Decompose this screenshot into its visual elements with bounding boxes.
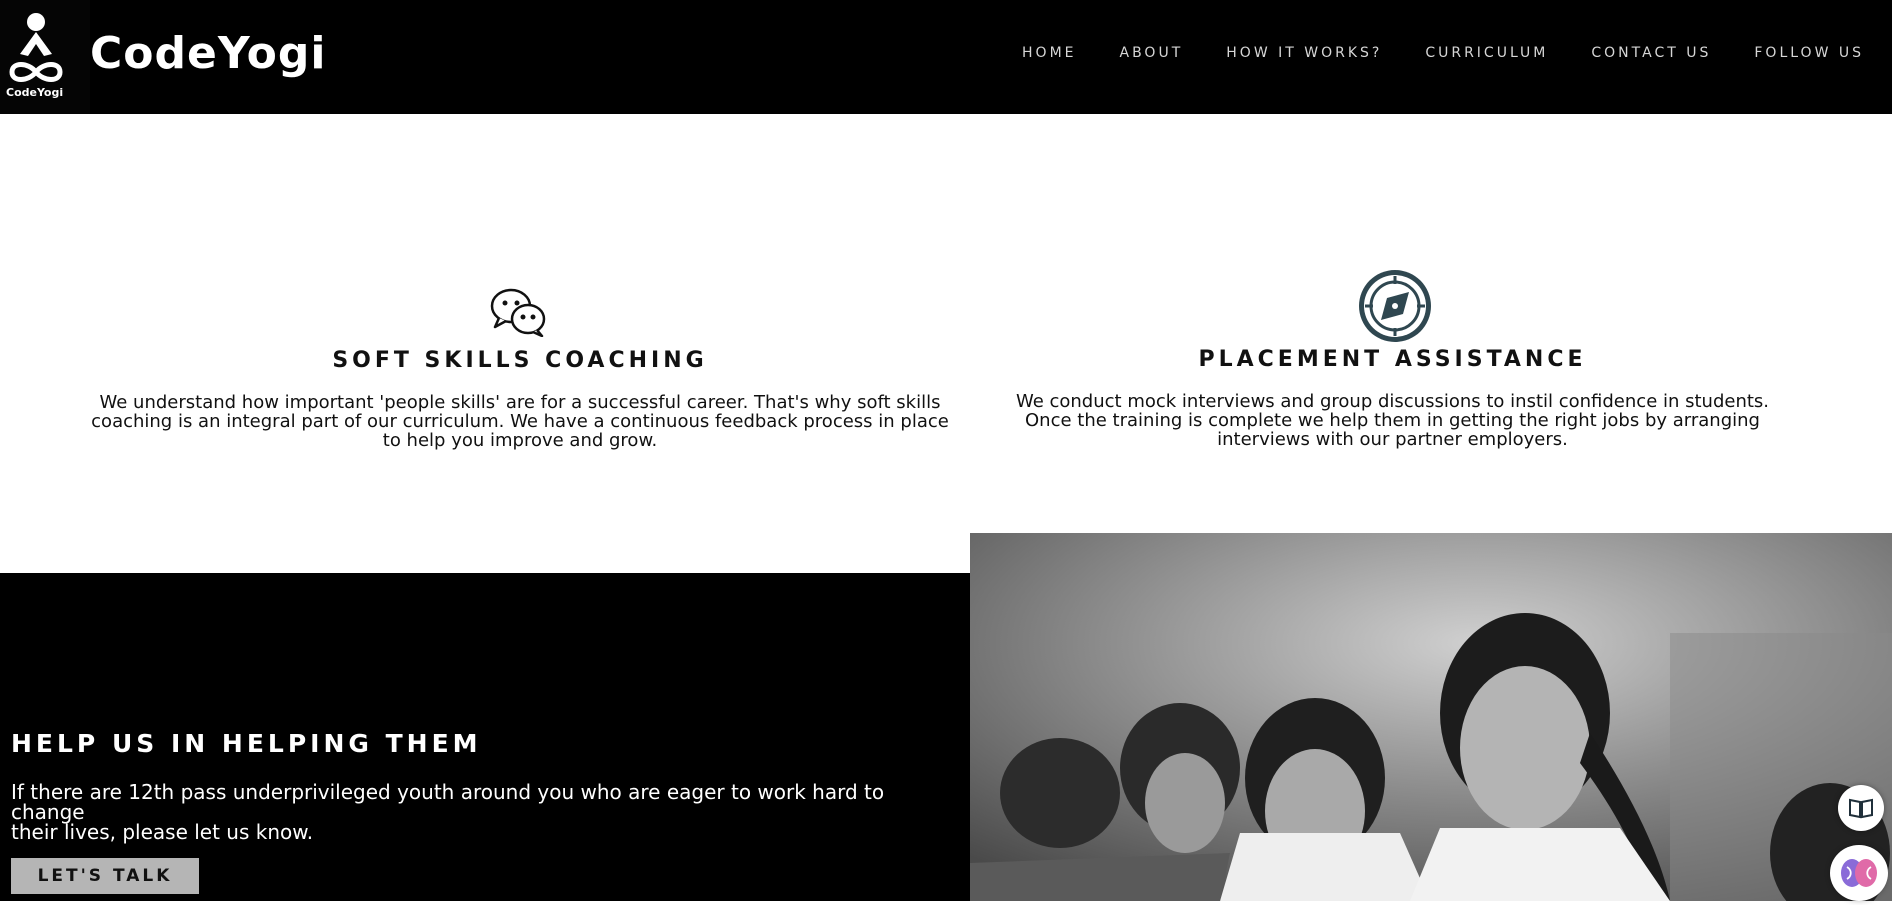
feature-desc-line: to help you improve and grow.	[382, 430, 658, 451]
nav-contact-us[interactable]: CONTACT US	[1591, 45, 1711, 61]
nav-follow-us[interactable]: FOLLOW US	[1754, 45, 1864, 61]
feature-desc-line: Once the training is complete we help th…	[1025, 410, 1760, 431]
reader-widget-button[interactable]	[1838, 785, 1884, 831]
students-photo	[970, 533, 1892, 901]
site-header: CodeYogi CodeYogi HOME ABOUT HOW IT WORK…	[0, 0, 1892, 114]
main-nav: HOME ABOUT HOW IT WORKS? CURRICULUM CONT…	[1022, 45, 1864, 61]
logo-caption: CodeYogi	[6, 86, 64, 99]
feature-title: SOFT SKILLS COACHING	[332, 348, 708, 373]
nav-about[interactable]: ABOUT	[1120, 45, 1184, 61]
nav-how-it-works[interactable]: HOW IT WORKS?	[1226, 45, 1382, 61]
meditating-yogi-infinity-icon	[9, 13, 63, 82]
assistant-widget-button[interactable]	[1830, 845, 1888, 901]
feature-desc-line: We understand how important 'people skil…	[99, 392, 941, 413]
nav-home[interactable]: HOME	[1022, 45, 1076, 61]
feature-desc: We conduct mock interviews and group dis…	[990, 392, 1795, 449]
help-desc-line: If there are 12th pass underprivileged y…	[11, 780, 885, 824]
feature-desc: We understand how important 'people skil…	[40, 393, 1000, 450]
nav-curriculum[interactable]: CURRICULUM	[1425, 45, 1548, 61]
feature-placement: PLACEMENT ASSISTANCE We conduct mock int…	[990, 347, 1795, 449]
help-desc-line: their lives, please let us know.	[11, 820, 314, 844]
help-title: HELP US IN HELPING THEM	[11, 729, 482, 758]
brain-icon	[1841, 859, 1877, 887]
feature-desc-line: We conduct mock interviews and group dis…	[1015, 391, 1770, 412]
feature-desc-line: coaching is an integral part of our curr…	[91, 411, 949, 432]
chat-bubbles-icon	[490, 288, 546, 337]
feature-desc-line: interviews with our partner employers.	[1217, 429, 1568, 450]
feature-title: PLACEMENT ASSISTANCE	[1198, 347, 1587, 372]
help-desc: If there are 12th pass underprivileged y…	[11, 782, 961, 842]
compass-icon	[1359, 270, 1431, 342]
book-reader-icon	[1849, 798, 1873, 819]
logo[interactable]: CodeYogi	[0, 0, 90, 114]
lets-talk-button[interactable]: LET'S TALK	[11, 858, 199, 894]
brand-name[interactable]: CodeYogi	[90, 28, 327, 79]
feature-soft-skills: SOFT SKILLS COACHING We understand how i…	[40, 348, 1000, 450]
